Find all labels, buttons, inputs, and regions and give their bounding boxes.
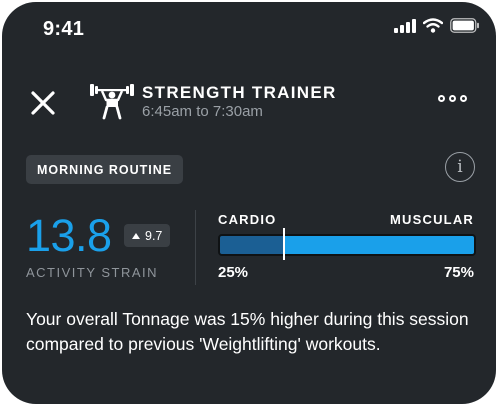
activity-title: STRENGTH TRAINER [142, 83, 337, 102]
strain-delta-value: 9.7 [145, 228, 163, 243]
more-dot [449, 95, 456, 102]
more-dot [460, 95, 467, 102]
muscular-label: MUSCULAR [390, 212, 474, 227]
barbell-trainer-icon [90, 84, 134, 120]
split-marker [283, 228, 285, 260]
muscular-fill [284, 236, 474, 254]
activity-card: 9:41 STRENGTH TRAINER 6:45am to 7:30am M… [2, 2, 496, 404]
activity-time-range: 6:45am to 7:30am [142, 103, 263, 120]
cardio-muscular-split-bar [218, 234, 476, 256]
more-dot [438, 95, 445, 102]
status-icons [394, 18, 480, 33]
muscular-percent: 75% [443, 264, 474, 281]
strain-value: 13.8 [26, 210, 112, 261]
status-time: 9:41 [43, 18, 85, 40]
info-icon[interactable]: i [445, 152, 475, 182]
up-arrow-icon [132, 232, 140, 239]
cardio-percent: 25% [218, 264, 249, 281]
divider [195, 210, 196, 285]
cardio-label: CARDIO [218, 212, 277, 227]
battery-icon [450, 18, 479, 33]
insight-text: Your overall Tonnage was 15% higher duri… [26, 309, 469, 354]
cardio-fill [220, 236, 284, 254]
strain-label: ACTIVITY STRAIN [26, 265, 159, 280]
strain-delta-badge: 9.7 [124, 224, 171, 247]
more-icon[interactable] [438, 95, 467, 102]
signal-icon [394, 18, 416, 33]
routine-tag[interactable]: MORNING ROUTINE [26, 155, 184, 184]
wifi-icon [423, 18, 443, 33]
close-icon[interactable] [28, 88, 58, 118]
